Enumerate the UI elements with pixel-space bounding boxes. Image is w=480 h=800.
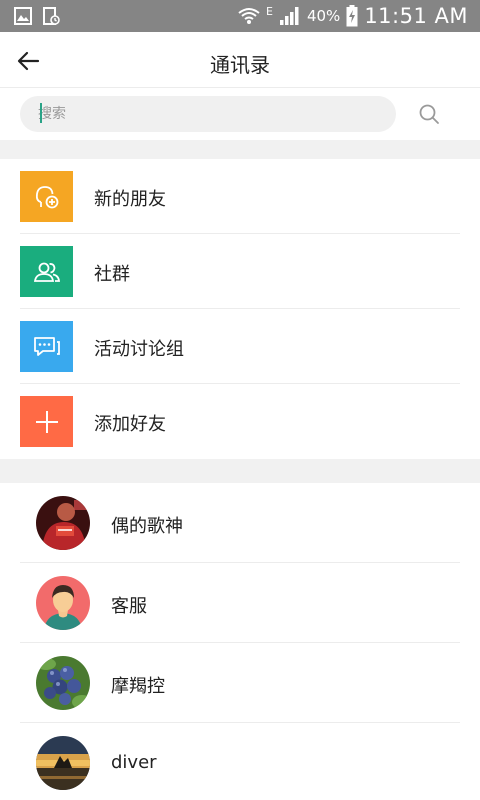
- person-illustration-avatar: [36, 576, 90, 630]
- feature-label: 社群: [94, 264, 130, 285]
- signal-icon: [279, 7, 299, 25]
- community-icon: [33, 262, 60, 282]
- red-shirt-photo-avatar: [36, 496, 90, 550]
- discussion-groups-tile: [20, 321, 73, 372]
- community-tile: [20, 246, 73, 297]
- avatar: [36, 736, 90, 790]
- contact-row[interactable]: 摩羯控: [0, 643, 480, 723]
- search-bar: [0, 88, 480, 140]
- feature-new-friends[interactable]: 新的朋友: [0, 159, 480, 234]
- wifi-icon: [238, 8, 260, 24]
- contact-row[interactable]: 客服: [0, 563, 480, 643]
- new-friends-tile: [20, 171, 73, 222]
- gallery-notification-icon: [14, 7, 32, 25]
- status-bar: E 40% 11:51 AM: [0, 0, 480, 32]
- contact-row[interactable]: 偶的歌神: [0, 483, 480, 563]
- text-cursor: [40, 103, 42, 123]
- contact-row[interactable]: diver: [0, 723, 480, 800]
- search-icon[interactable]: [418, 103, 440, 125]
- blueberries-photo-avatar: [36, 656, 90, 710]
- feature-label: 活动讨论组: [94, 339, 184, 360]
- avatar: [36, 576, 90, 630]
- device-notification-icon: [43, 7, 60, 25]
- battery-charging-icon: [346, 5, 358, 27]
- contact-name: 客服: [111, 596, 147, 617]
- plus-icon: [35, 410, 58, 433]
- chat-group-icon: [33, 336, 60, 356]
- feature-community[interactable]: 社群: [0, 234, 480, 309]
- avatar: [36, 656, 90, 710]
- clock: 11:51 AM: [364, 4, 468, 28]
- avatar: [36, 496, 90, 550]
- section-gap: [0, 140, 480, 159]
- feature-add-friend[interactable]: 添加好友: [0, 384, 480, 459]
- add-friend-tile: [20, 396, 73, 447]
- feature-label: 添加好友: [94, 414, 166, 435]
- contact-name: 偶的歌神: [111, 516, 183, 537]
- network-type-label: E: [266, 4, 273, 18]
- battery-percent: 40%: [306, 7, 341, 25]
- section-gap: [0, 459, 480, 483]
- contact-name: diver: [111, 752, 157, 773]
- contact-name: 摩羯控: [111, 676, 165, 697]
- app-header: 通讯录: [0, 32, 480, 88]
- page-title: 通讯录: [210, 53, 270, 77]
- new-friend-icon: [35, 185, 58, 208]
- sunset-photo-avatar: [36, 736, 90, 790]
- feature-label: 新的朋友: [94, 189, 166, 210]
- feature-discussion-groups[interactable]: 活动讨论组: [0, 309, 480, 384]
- search-input[interactable]: [20, 96, 396, 132]
